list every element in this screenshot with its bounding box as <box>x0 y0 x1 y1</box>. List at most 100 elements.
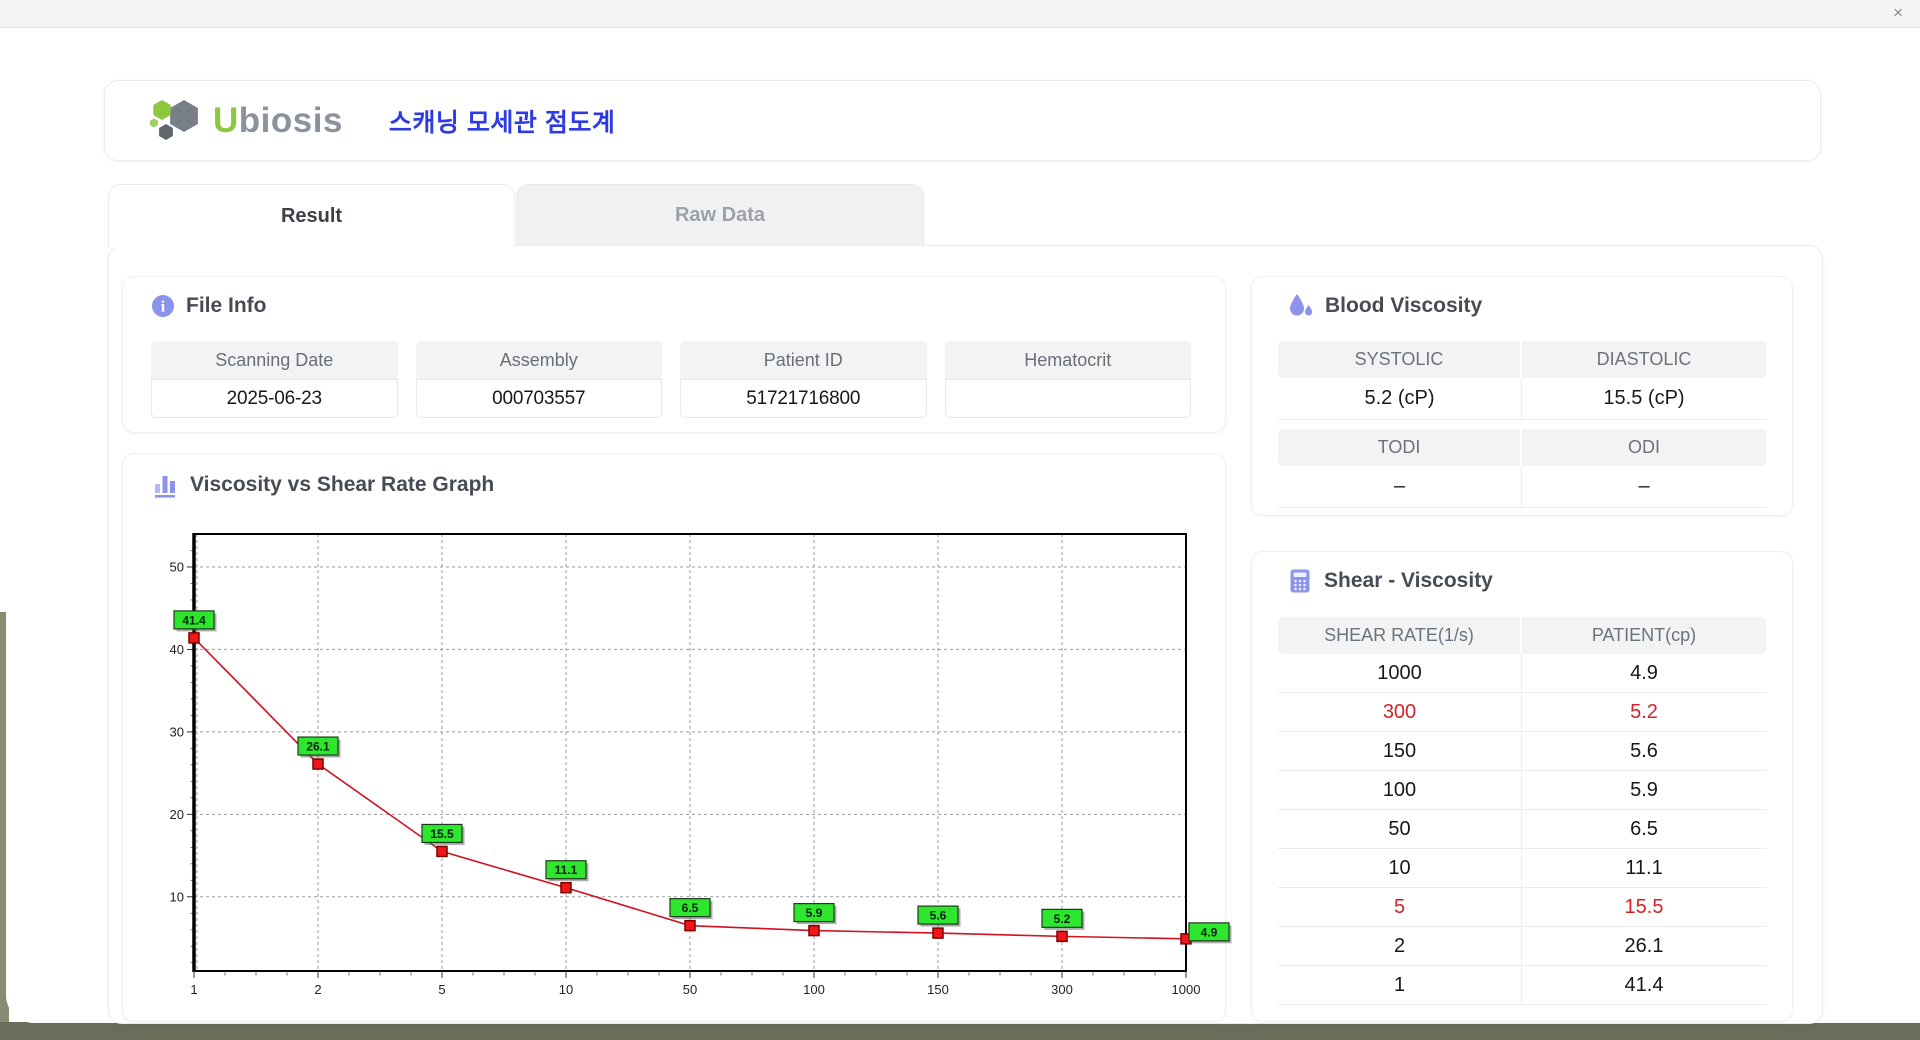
chart-point-marker <box>808 924 820 937</box>
chart-point-label-text: 4.9 <box>1201 925 1218 939</box>
table-row: 150 5.6 <box>1278 732 1766 771</box>
y-tick-label: 10 <box>170 889 184 904</box>
table-row: 1000 4.9 <box>1278 654 1766 693</box>
y-tick-label: 30 <box>170 724 184 739</box>
patient-cell: 6.5 <box>1522 810 1766 849</box>
chart-point-label-text: 5.2 <box>1054 912 1071 926</box>
x-tick-label: 150 <box>927 982 949 997</box>
file-info-title-row: i File Info <box>151 294 267 318</box>
tab-result[interactable]: Result <box>108 184 515 248</box>
systolic-value: 5.2 (cP) <box>1278 378 1522 420</box>
patient-cell: 4.9 <box>1522 654 1766 693</box>
logo-letter-u: U <box>213 100 239 140</box>
patient-cell: 5.2 <box>1522 693 1766 732</box>
shear-rate-cell: 5 <box>1278 888 1522 927</box>
tab-result-label: Result <box>280 205 343 227</box>
field-label: Hematocrit <box>944 341 1191 379</box>
bar-chart-icon <box>155 476 175 498</box>
chart-point-label-text: 15.5 <box>430 827 454 841</box>
field-hematocrit: Hematocrit <box>944 341 1191 418</box>
shear-rate-cell: 50 <box>1278 810 1522 849</box>
chart-point-label-text: 5.6 <box>930 909 947 923</box>
shear-rate-cell: 2 <box>1278 927 1522 966</box>
droplet-icon <box>1290 294 1313 316</box>
field-label: Patient ID <box>680 341 927 379</box>
table-row: 100 5.9 <box>1278 771 1766 810</box>
field-scanning-date: Scanning Date 2025-06-23 <box>151 341 398 418</box>
shear-viscosity-title: Shear - Viscosity <box>1324 569 1493 592</box>
patient-cell: 26.1 <box>1522 927 1766 966</box>
chart-point-marker <box>932 927 944 939</box>
table-row: 1 41.4 <box>1278 966 1766 1005</box>
window-title-bar: × <box>0 0 1920 28</box>
chart-point-label-text: 11.1 <box>555 863 578 877</box>
graph-title: Viscosity vs Shear Rate Graph <box>190 473 495 496</box>
info-icon: i <box>152 295 174 317</box>
patient-cell: 5.6 <box>1522 732 1766 771</box>
blood-viscosity-title-row: Blood Viscosity <box>1287 292 1482 319</box>
chart-point-label-text: 41.4 <box>182 613 206 627</box>
x-tick-label: 100 <box>803 982 825 997</box>
x-tick-label: 1000 <box>1172 982 1201 997</box>
shear-rate-column-header: SHEAR RATE(1/s) <box>1278 617 1522 654</box>
viscosity-graph-panel: Viscosity vs Shear Rate Graph 10 20 30 40 50… <box>122 453 1232 1022</box>
shear-rate-cell: 100 <box>1278 771 1522 810</box>
svg-text:i: i <box>161 299 166 316</box>
field-value <box>944 379 1191 418</box>
odi-header: ODI <box>1522 429 1766 466</box>
file-info-title: File Info <box>186 294 267 317</box>
field-value: 2025-06-23 <box>151 379 398 418</box>
x-tick-label: 10 <box>559 982 573 997</box>
table-header-row: SHEAR RATE(1/s) PATIENT(cp) <box>1278 617 1766 654</box>
shear-rate-cell: 1 <box>1278 966 1522 1005</box>
chart-point-marker <box>684 919 696 932</box>
todi-odi-table: TODI ODI – – <box>1278 429 1766 508</box>
close-button[interactable]: × <box>1893 3 1903 23</box>
app-header: Ubiosis 스캐닝 모세관 점도계 <box>104 80 1821 161</box>
field-assembly: Assembly 000703557 <box>415 341 662 418</box>
y-tick-label: 40 <box>170 642 184 657</box>
patient-column-header: PATIENT(cp) <box>1522 617 1766 654</box>
chart-point-marker <box>1056 930 1068 943</box>
x-tick-label: 2 <box>314 982 321 997</box>
shear-rate-cell: 1000 <box>1278 654 1522 693</box>
x-tick-label: 50 <box>683 982 697 997</box>
patient-cell: 5.9 <box>1522 771 1766 810</box>
field-label: Assembly <box>415 341 662 379</box>
blood-viscosity-panel: Blood Viscosity SYSTOLIC DIASTOLIC 5.2 (… <box>1251 276 1793 516</box>
table-row: 10 11.1 <box>1278 849 1766 888</box>
y-tick-label: 20 <box>170 807 184 822</box>
shear-rate-cell: 10 <box>1278 849 1522 888</box>
table-row: 2 26.1 <box>1278 927 1766 966</box>
ubiosis-logo-icon <box>150 99 198 140</box>
calculator-icon <box>1290 569 1310 593</box>
shear-viscosity-title-row: Shear - Viscosity <box>1287 568 1493 594</box>
patient-cell: 41.4 <box>1522 966 1766 1005</box>
chart-point-marker <box>436 845 448 858</box>
diastolic-value: 15.5 (cP) <box>1522 378 1766 420</box>
file-info-panel: i File Info Scanning Date 2025-06-23 Ass… <box>122 276 1226 433</box>
app-title: 스캐닝 모세관 점도계 <box>388 108 616 137</box>
tab-raw-data-label: Raw Data <box>674 203 766 226</box>
shear-rate-cell: 150 <box>1278 732 1522 771</box>
graph-title-row: Viscosity vs Shear Rate Graph <box>153 472 494 498</box>
systolic-diastolic-table: SYSTOLIC DIASTOLIC 5.2 (cP) 15.5 (cP) <box>1278 341 1766 420</box>
x-tick-label: 5 <box>438 982 445 997</box>
viscosity-chart: 10 20 30 40 50 1 2 5 10 50 100 150 300 1000 41.4 26.1 15… <box>170 533 1232 997</box>
logo-wordmark: Ubiosis <box>213 101 343 141</box>
table-row: 5 15.5 <box>1278 888 1766 927</box>
chart-point-marker <box>188 632 200 644</box>
odi-value: – <box>1522 466 1766 508</box>
chart-point-label-text: 26.1 <box>306 740 330 754</box>
tab-raw-data[interactable]: Raw Data <box>516 184 924 245</box>
file-info-grid: Scanning Date 2025-06-23 Assembly 000703… <box>151 341 1191 418</box>
patient-cell: 11.1 <box>1522 849 1766 888</box>
chart-point-marker <box>560 881 572 894</box>
blood-viscosity-title: Blood Viscosity <box>1325 293 1483 317</box>
diastolic-header: DIASTOLIC <box>1522 341 1766 378</box>
shear-viscosity-panel: Shear - Viscosity SHEAR RATE(1/s) PATIEN… <box>1251 551 1793 1022</box>
field-patient-id: Patient ID 51721716800 <box>680 341 927 418</box>
shear-rate-cell: 300 <box>1278 693 1522 732</box>
x-tick-label: 1 <box>190 982 197 997</box>
logo-word-rest: biosis <box>238 100 343 140</box>
